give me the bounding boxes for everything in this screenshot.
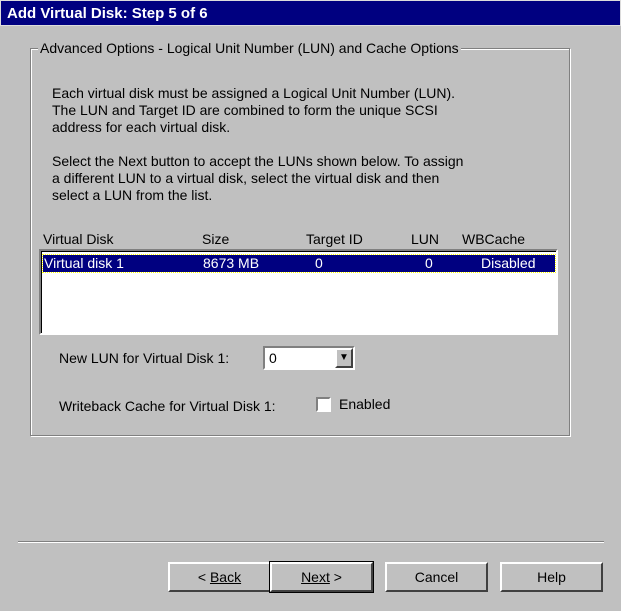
next-button[interactable]: Next > — [269, 561, 374, 593]
cancel-button[interactable]: Cancel — [385, 562, 488, 592]
cell-size: 8673 MB — [203, 255, 260, 271]
column-header-wbcache[interactable]: WBCache — [462, 231, 525, 247]
help-button[interactable]: Help — [500, 562, 603, 592]
column-header-target-id[interactable]: Target ID — [306, 231, 363, 247]
separator — [18, 541, 604, 543]
intro-paragraph-1: Each virtual disk must be assigned a Log… — [52, 85, 456, 135]
writeback-enabled-checkbox[interactable] — [316, 397, 331, 412]
chevron-down-icon[interactable]: ▼ — [335, 348, 353, 368]
column-header-size[interactable]: Size — [202, 231, 229, 247]
back-label: Back — [209, 569, 242, 585]
new-lun-label: New LUN for Virtual Disk 1: — [59, 350, 230, 366]
next-label: Next — [301, 569, 330, 585]
cell-wbcache: Disabled — [481, 255, 536, 271]
new-lun-value: 0 — [269, 350, 277, 366]
next-arrow: > — [329, 569, 342, 585]
group-legend: Advanced Options - Logical Unit Number (… — [38, 40, 461, 56]
writeback-cache-label: Writeback Cache for Virtual Disk 1: — [59, 398, 276, 414]
column-header-virtual-disk[interactable]: Virtual Disk — [43, 231, 114, 247]
title-bar: Add Virtual Disk: Step 5 of 6 — [0, 0, 621, 26]
column-header-lun[interactable]: LUN — [411, 231, 439, 247]
back-button[interactable]: < Back — [168, 562, 271, 592]
table-row[interactable]: Virtual disk 1 8673 MB 0 0 Disabled — [42, 254, 556, 273]
new-lun-select[interactable]: 0 ▼ — [263, 346, 355, 370]
intro-paragraph-2: Select the Next button to accept the LUN… — [52, 153, 464, 203]
cell-virtual-disk: Virtual disk 1 — [44, 255, 124, 271]
back-arrow: < — [197, 569, 210, 585]
cell-lun: 0 — [425, 255, 433, 271]
virtual-disk-list[interactable]: Virtual disk 1 8673 MB 0 0 Disabled — [39, 249, 558, 335]
writeback-enabled-label[interactable]: Enabled — [339, 396, 390, 412]
cell-target-id: 0 — [315, 255, 323, 271]
